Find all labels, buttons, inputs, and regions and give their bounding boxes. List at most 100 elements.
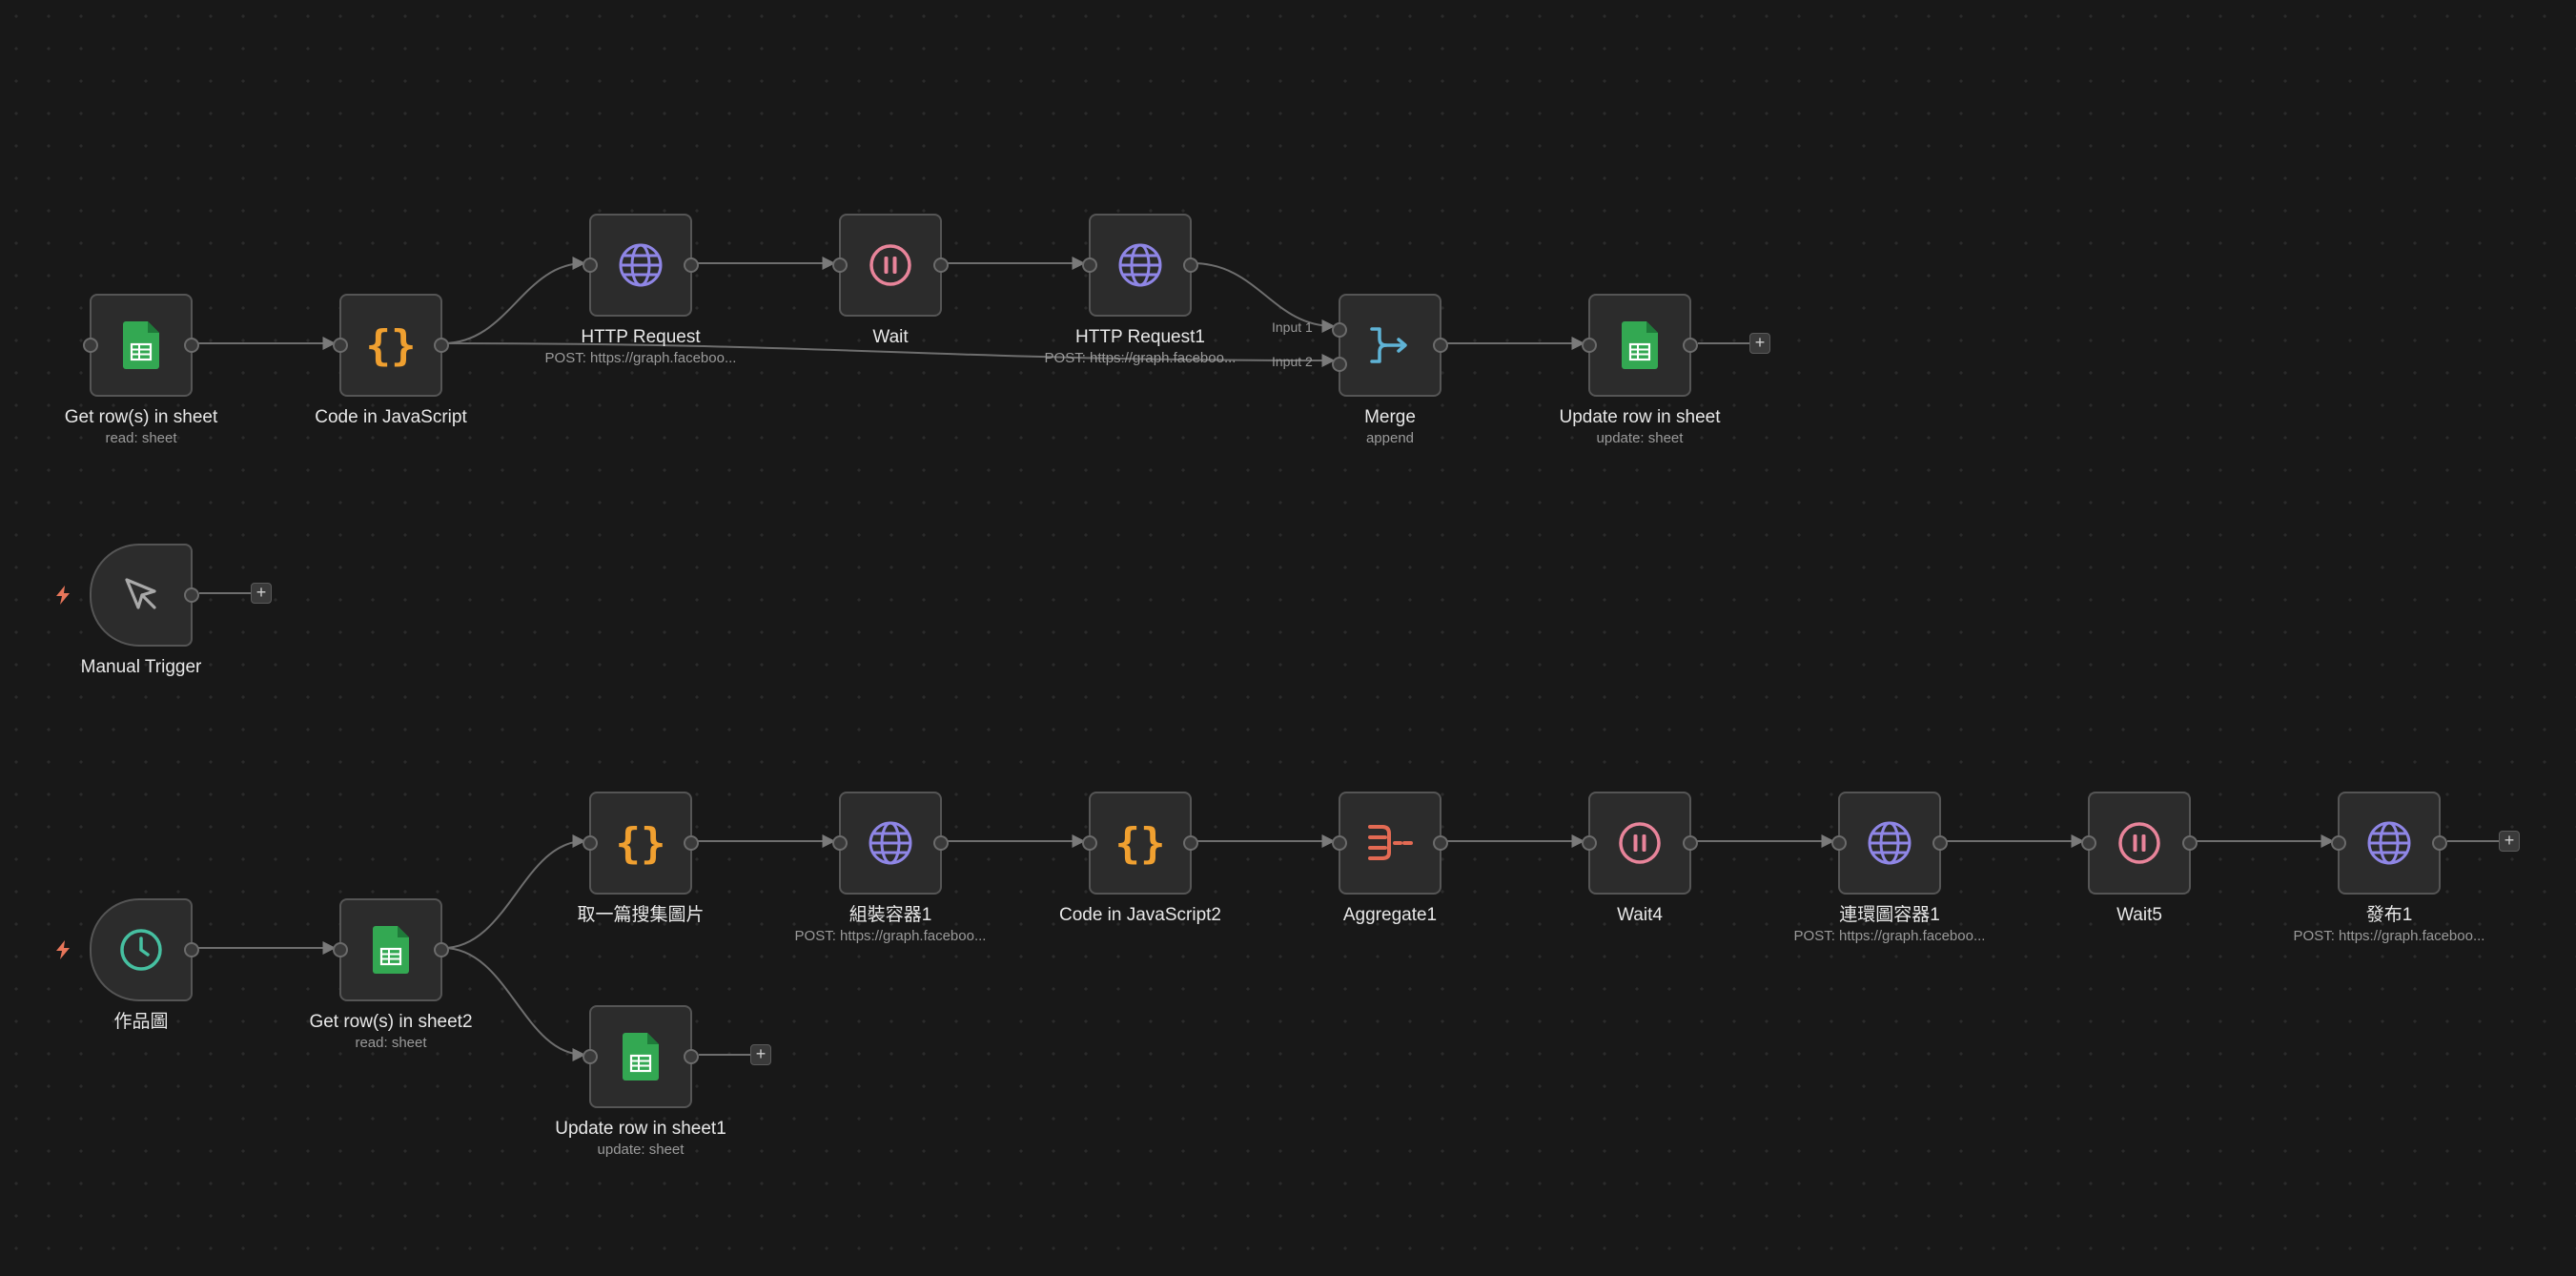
- output-port[interactable]: [1683, 338, 1698, 353]
- workflow-node[interactable]: [90, 898, 199, 1001]
- input-port[interactable]: [1332, 835, 1347, 851]
- output-port[interactable]: [184, 338, 199, 353]
- output-port[interactable]: [1433, 338, 1448, 353]
- pause-icon: [2116, 820, 2162, 866]
- add-node-button[interactable]: +: [2499, 831, 2520, 852]
- workflow-node[interactable]: [1082, 214, 1198, 317]
- node-subtitle: POST: https://graph.faceboo...: [1793, 928, 1986, 944]
- output-port[interactable]: [2432, 835, 2447, 851]
- output-port[interactable]: [184, 587, 199, 603]
- add-node-button[interactable]: +: [1749, 333, 1770, 354]
- workflow-node[interactable]: [1332, 294, 1448, 397]
- input-port[interactable]: [333, 338, 348, 353]
- node-label: Wait4: [1617, 905, 1663, 925]
- input-port[interactable]: [83, 338, 98, 353]
- workflow-node[interactable]: [83, 294, 199, 397]
- output-port[interactable]: [184, 942, 199, 957]
- output-port[interactable]: [684, 257, 699, 273]
- output-port[interactable]: [1683, 835, 1698, 851]
- node-label: Update row in sheet1: [555, 1119, 726, 1139]
- node-label: Manual Trigger: [80, 657, 202, 677]
- output-port[interactable]: [2182, 835, 2198, 851]
- trigger-bolt-icon: [55, 586, 71, 605]
- output-port[interactable]: [1183, 257, 1198, 273]
- input-label: Input 2: [1272, 354, 1313, 369]
- aggregate-icon: [1366, 822, 1414, 864]
- node-subtitle: update: sheet: [597, 1142, 685, 1158]
- workflow-node[interactable]: [583, 214, 699, 317]
- node-subtitle: POST: https://graph.faceboo...: [2293, 928, 2485, 944]
- node-label: Get row(s) in sheet2: [309, 1012, 473, 1032]
- add-node-button[interactable]: +: [750, 1044, 771, 1065]
- input-port[interactable]: [333, 942, 348, 957]
- node-subtitle: POST: https://graph.faceboo...: [794, 928, 987, 944]
- workflow-node[interactable]: [333, 898, 449, 1001]
- node-subtitle: POST: https://graph.faceboo...: [1044, 350, 1237, 366]
- workflow-node[interactable]: [2081, 792, 2198, 895]
- node-label: 連環圖容器1: [1839, 905, 1940, 925]
- connection-edge[interactable]: [1192, 262, 1336, 333]
- workflow-node[interactable]: [832, 792, 949, 895]
- cursor-icon: [119, 573, 163, 617]
- workflow-node[interactable]: [2331, 792, 2447, 895]
- pause-icon: [1617, 820, 1663, 866]
- output-port[interactable]: [684, 835, 699, 851]
- node-label: 發布1: [2365, 905, 2413, 925]
- globe-icon: [617, 241, 664, 289]
- output-port[interactable]: [933, 257, 949, 273]
- code-braces-icon: {}: [366, 320, 417, 370]
- add-node-button[interactable]: +: [251, 583, 272, 604]
- node-label: Get row(s) in sheet: [64, 407, 218, 427]
- node-label: Wait: [872, 327, 909, 347]
- node-label: Merge: [1364, 407, 1416, 427]
- input-port[interactable]: [1332, 357, 1347, 372]
- input-port[interactable]: [832, 835, 848, 851]
- workflow-node[interactable]: {}: [333, 294, 449, 397]
- code-braces-icon: {}: [1115, 818, 1166, 868]
- input-port[interactable]: [1831, 835, 1847, 851]
- google-sheets-icon: [373, 926, 409, 974]
- workflow-node[interactable]: [832, 214, 949, 317]
- output-port[interactable]: [434, 942, 449, 957]
- workflow-node[interactable]: [90, 544, 199, 647]
- globe-icon: [1116, 241, 1164, 289]
- input-port[interactable]: [1082, 257, 1097, 273]
- clock-icon: [118, 927, 164, 973]
- node-label: 作品圖: [113, 1012, 169, 1032]
- workflow-node[interactable]: [583, 1005, 699, 1108]
- input-port[interactable]: [1332, 322, 1347, 338]
- input-port[interactable]: [1582, 835, 1597, 851]
- output-port[interactable]: [684, 1049, 699, 1064]
- input-port[interactable]: [2081, 835, 2096, 851]
- merge-icon: [1366, 321, 1414, 369]
- workflow-node[interactable]: [1831, 792, 1948, 895]
- input-port[interactable]: [1582, 338, 1597, 353]
- input-port[interactable]: [2331, 835, 2346, 851]
- workflow-node[interactable]: [1582, 294, 1698, 397]
- workflow-node[interactable]: {}: [583, 792, 699, 895]
- node-label: HTTP Request: [581, 327, 701, 347]
- node-label: Wait5: [2116, 905, 2162, 925]
- input-port[interactable]: [583, 835, 598, 851]
- input-port[interactable]: [832, 257, 848, 273]
- input-port[interactable]: [583, 1049, 598, 1064]
- google-sheets-icon: [623, 1033, 659, 1080]
- svg-text:{}: {}: [368, 321, 414, 370]
- workflow-canvas[interactable]: Get row(s) in sheet read: sheet {} Code in …: [0, 0, 2576, 1276]
- output-port[interactable]: [1932, 835, 1948, 851]
- output-port[interactable]: [933, 835, 949, 851]
- trigger-bolt-icon: [55, 940, 71, 959]
- output-port[interactable]: [1183, 835, 1198, 851]
- connection-edge[interactable]: [442, 834, 586, 949]
- output-port[interactable]: [434, 338, 449, 353]
- input-port[interactable]: [583, 257, 598, 273]
- workflow-node[interactable]: [1582, 792, 1698, 895]
- workflow-node[interactable]: [1332, 792, 1448, 895]
- svg-text:{}: {}: [1117, 819, 1163, 868]
- google-sheets-icon: [1622, 321, 1658, 369]
- workflow-node[interactable]: {}: [1082, 792, 1198, 895]
- globe-icon: [2365, 819, 2413, 867]
- node-subtitle: append: [1365, 430, 1415, 446]
- input-port[interactable]: [1082, 835, 1097, 851]
- output-port[interactable]: [1433, 835, 1448, 851]
